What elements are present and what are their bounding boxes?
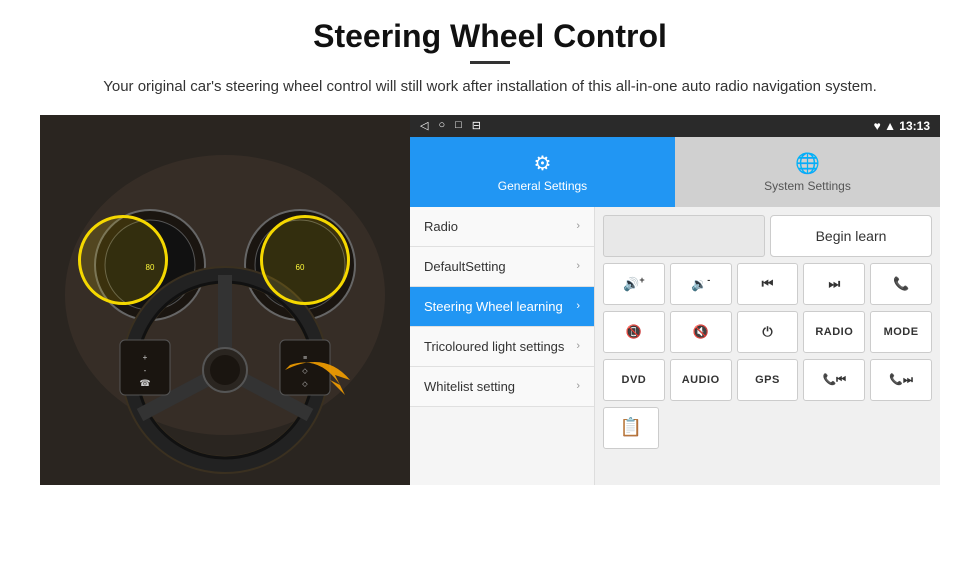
system-settings-icon: 🌐 [795,151,820,176]
power-icon: ⏻ [762,324,772,340]
volume-down-button[interactable]: 🔉- [670,263,732,305]
call-prev-icon: 📞⏮ [822,373,846,387]
main-content: Radio › DefaultSetting › Steering Wheel … [410,207,940,485]
svg-text:+: + [143,353,148,362]
nav-back-icon[interactable]: ◁ [420,119,428,132]
tab-system-label: System Settings [764,179,851,193]
control-row-5: 📋 [603,407,932,449]
call-next-button[interactable]: 📞⏭ [870,359,932,401]
empty-placeholder [603,215,765,257]
control-panel: Begin learn 🔊+ 🔉- ⏮ [595,207,940,485]
audio-button[interactable]: AUDIO [670,359,732,401]
control-row-1: Begin learn [603,215,932,257]
prev-track-icon: ⏮ [762,276,774,292]
volume-up-icon: 🔊+ [623,275,644,292]
control-row-3: 📵 🔇 ⏻ RADIO MODE [603,311,932,353]
steering-wheel-svg: 80 60 + - ☎ [40,115,410,485]
radio-button[interactable]: RADIO [803,311,865,353]
svg-text:-: - [144,366,147,375]
tab-general[interactable]: ⚙ General Settings [410,137,675,207]
app-header: ⚙ General Settings 🌐 System Settings [410,137,940,207]
page-container: Steering Wheel Control Your original car… [0,0,980,495]
chevron-steering-icon: › [576,300,580,312]
file-icon-button[interactable]: 📋 [603,407,659,449]
prev-track-button[interactable]: ⏮ [737,263,799,305]
call-prev-button[interactable]: 📞⏮ [803,359,865,401]
hang-up-button[interactable]: 📵 [603,311,665,353]
title-divider [470,61,510,64]
tab-system[interactable]: 🌐 System Settings [675,137,940,207]
menu-item-defaultsetting-label: DefaultSetting [424,259,506,274]
menu-item-whitelist[interactable]: Whitelist setting › [410,367,594,407]
menu-item-defaultsetting[interactable]: DefaultSetting › [410,247,594,287]
mute-button[interactable]: 🔇 [670,311,732,353]
menu-item-tricoloured[interactable]: Tricoloured light settings › [410,327,594,367]
menu-item-radio[interactable]: Radio › [410,207,594,247]
status-time: ♥ ▲ 13:13 [874,119,930,133]
chevron-tricoloured-icon: › [576,340,580,352]
menu-item-radio-label: Radio [424,219,458,234]
menu-item-tricoloured-label: Tricoloured light settings [424,339,564,354]
status-bar: ◁ ○ □ ⊟ ♥ ▲ 13:13 [410,115,940,137]
general-settings-icon: ⚙ [534,151,552,176]
hang-up-icon: 📵 [626,324,642,340]
car-image-section: 80 60 + - ☎ [40,115,410,485]
control-row-2: 🔊+ 🔉- ⏮ ⏭ 📞 [603,263,932,305]
next-track-button[interactable]: ⏭ [803,263,865,305]
chevron-defaultsetting-icon: › [576,260,580,272]
page-subtitle: Your original car's steering wheel contr… [40,76,940,99]
menu-item-steering[interactable]: Steering Wheel learning › [410,287,594,327]
volume-down-icon: 🔉- [691,275,710,292]
phone-call-button[interactable]: 📞 [870,263,932,305]
mode-button[interactable]: MODE [870,311,932,353]
chevron-radio-icon: › [576,220,580,232]
highlight-circle-left [78,215,168,305]
power-button[interactable]: ⏻ [737,311,799,353]
menu-item-steering-label: Steering Wheel learning [424,299,563,314]
android-ui: ◁ ○ □ ⊟ ♥ ▲ 13:13 ⚙ General Settings 🌐 S… [410,115,940,485]
status-bar-left: ◁ ○ □ ⊟ [420,119,481,132]
nav-home-icon[interactable]: ○ [438,119,445,132]
menu-list: Radio › DefaultSetting › Steering Wheel … [410,207,595,485]
nav-recents-icon[interactable]: □ [455,119,462,132]
call-next-icon: 📞⏭ [889,373,913,387]
dvd-button[interactable]: DVD [603,359,665,401]
highlight-circle-right [260,215,350,305]
begin-learn-button[interactable]: Begin learn [770,215,932,257]
volume-up-button[interactable]: 🔊+ [603,263,665,305]
tab-general-label: General Settings [498,179,587,193]
phone-call-icon: 📞 [893,276,909,292]
page-title: Steering Wheel Control [40,18,940,55]
svg-text:☎: ☎ [139,378,150,388]
chevron-whitelist-icon: › [576,380,580,392]
arrow-overlay [280,345,360,425]
menu-item-whitelist-label: Whitelist setting [424,379,515,394]
control-row-4: DVD AUDIO GPS 📞⏮ 📞⏭ [603,359,932,401]
content-area: 80 60 + - ☎ [40,115,940,485]
mute-icon: 🔇 [693,324,709,340]
next-track-icon: ⏭ [828,276,840,292]
gps-button[interactable]: GPS [737,359,799,401]
nav-menu-icon[interactable]: ⊟ [472,119,481,132]
